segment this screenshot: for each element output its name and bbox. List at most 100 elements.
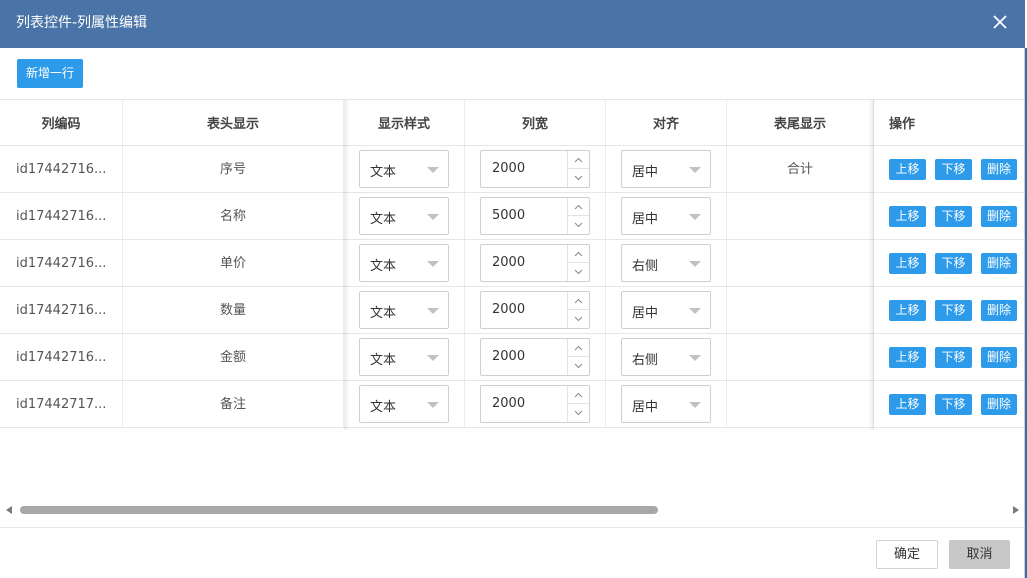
delete-button[interactable]: 删除 bbox=[981, 159, 1017, 180]
move-up-button[interactable]: 上移 bbox=[889, 300, 926, 321]
display-style-select[interactable]: 文本 bbox=[359, 197, 449, 235]
chevron-down-icon bbox=[689, 214, 701, 220]
alignment-value: 居中 bbox=[632, 400, 659, 415]
alignment-value: 居中 bbox=[632, 306, 659, 321]
header-header-display: 表头显示 bbox=[123, 100, 344, 145]
column-width-value: 2000 bbox=[492, 161, 526, 176]
move-down-button[interactable]: 下移 bbox=[935, 394, 972, 415]
column-properties-dialog: 列表控件-列属性编辑 新增一行 列编码 表头显示 显示样式 列宽 对齐 表尾显示… bbox=[0, 0, 1025, 578]
alignment-select[interactable]: 右侧 bbox=[621, 244, 711, 282]
display-style-value: 文本 bbox=[370, 165, 397, 180]
table-row: id17442716... 数量 文本 2000 居中 上移 下移 删除 bbox=[0, 287, 1025, 334]
display-style-value: 文本 bbox=[370, 306, 397, 321]
table-row: id17442717... 备注 文本 2000 居中 上移 下移 删除 bbox=[0, 381, 1025, 428]
chevron-up-icon[interactable] bbox=[568, 151, 589, 169]
chevron-down-icon bbox=[689, 308, 701, 314]
header-operations: 操作 bbox=[889, 117, 916, 132]
header-display-value[interactable]: 名称 bbox=[123, 205, 343, 224]
delete-button[interactable]: 删除 bbox=[981, 347, 1017, 368]
alignment-select[interactable]: 居中 bbox=[621, 150, 711, 188]
column-width-stepper[interactable]: 2000 bbox=[480, 338, 590, 376]
alignment-select[interactable]: 居中 bbox=[621, 385, 711, 423]
move-up-button[interactable]: 上移 bbox=[889, 347, 926, 368]
alignment-value: 右侧 bbox=[632, 353, 659, 368]
column-width-stepper[interactable]: 2000 bbox=[480, 150, 590, 188]
column-width-stepper[interactable]: 2000 bbox=[480, 244, 590, 282]
chevron-down-icon bbox=[689, 261, 701, 267]
alignment-value: 右侧 bbox=[632, 259, 659, 274]
header-display-value[interactable]: 备注 bbox=[123, 393, 343, 412]
chevron-down-icon[interactable] bbox=[568, 404, 589, 422]
header-alignment: 对齐 bbox=[606, 100, 727, 145]
chevron-down-icon[interactable] bbox=[568, 169, 589, 187]
display-style-select[interactable]: 文本 bbox=[359, 338, 449, 376]
alignment-select[interactable]: 居中 bbox=[621, 197, 711, 235]
chevron-down-icon bbox=[689, 402, 701, 408]
chevron-up-icon[interactable] bbox=[568, 198, 589, 216]
move-down-button[interactable]: 下移 bbox=[935, 347, 972, 368]
delete-button[interactable]: 删除 bbox=[981, 253, 1017, 274]
move-up-button[interactable]: 上移 bbox=[889, 253, 926, 274]
delete-button[interactable]: 删除 bbox=[981, 394, 1017, 415]
header-display-value[interactable]: 金额 bbox=[123, 346, 343, 365]
chevron-up-icon[interactable] bbox=[568, 339, 589, 357]
table-header: 列编码 表头显示 显示样式 列宽 对齐 表尾显示 操作 bbox=[0, 100, 1025, 146]
header-footer-display: 表尾显示 bbox=[727, 100, 874, 145]
chevron-down-icon[interactable] bbox=[568, 357, 589, 375]
delete-button[interactable]: 删除 bbox=[981, 206, 1017, 227]
alignment-value: 居中 bbox=[632, 212, 659, 227]
header-column-code: 列编码 bbox=[0, 100, 123, 145]
chevron-down-icon[interactable] bbox=[568, 216, 589, 234]
scrollbar-thumb[interactable] bbox=[20, 506, 658, 514]
dialog-titlebar: 列表控件-列属性编辑 bbox=[0, 0, 1025, 48]
column-code: id17442716... bbox=[16, 302, 107, 318]
close-icon[interactable] bbox=[991, 13, 1009, 31]
column-width-value: 2000 bbox=[492, 396, 526, 411]
display-style-select[interactable]: 文本 bbox=[359, 385, 449, 423]
alignment-select[interactable]: 右侧 bbox=[621, 338, 711, 376]
chevron-up-icon[interactable] bbox=[568, 386, 589, 404]
table-row: id17442716... 序号 文本 2000 居中 合计 上移 下移 删除 bbox=[0, 146, 1025, 193]
column-code: id17442716... bbox=[16, 349, 107, 365]
footer-display-value[interactable]: 合计 bbox=[727, 158, 873, 177]
display-style-select[interactable]: 文本 bbox=[359, 244, 449, 282]
move-down-button[interactable]: 下移 bbox=[935, 206, 972, 227]
column-width-stepper[interactable]: 2000 bbox=[480, 291, 590, 329]
ok-button[interactable]: 确定 bbox=[876, 540, 938, 569]
cancel-button[interactable]: 取消 bbox=[949, 540, 1010, 569]
add-row-button[interactable]: 新增一行 bbox=[17, 59, 83, 88]
display-style-value: 文本 bbox=[370, 212, 397, 227]
header-display-value[interactable]: 序号 bbox=[123, 158, 343, 177]
column-width-stepper[interactable]: 5000 bbox=[480, 197, 590, 235]
column-width-stepper[interactable]: 2000 bbox=[480, 385, 590, 423]
move-up-button[interactable]: 上移 bbox=[889, 394, 926, 415]
chevron-down-icon bbox=[427, 261, 439, 267]
display-style-select[interactable]: 文本 bbox=[359, 291, 449, 329]
header-display-value[interactable]: 数量 bbox=[123, 299, 343, 318]
chevron-down-icon bbox=[427, 214, 439, 220]
dialog-title: 列表控件-列属性编辑 bbox=[16, 15, 148, 31]
arrow-left-icon[interactable] bbox=[6, 506, 12, 514]
chevron-down-icon bbox=[689, 355, 701, 361]
move-up-button[interactable]: 上移 bbox=[889, 159, 926, 180]
header-display-value[interactable]: 单价 bbox=[123, 252, 343, 271]
chevron-down-icon bbox=[427, 402, 439, 408]
chevron-up-icon[interactable] bbox=[568, 245, 589, 263]
move-down-button[interactable]: 下移 bbox=[935, 159, 972, 180]
display-style-value: 文本 bbox=[370, 353, 397, 368]
display-style-select[interactable]: 文本 bbox=[359, 150, 449, 188]
horizontal-scrollbar[interactable] bbox=[0, 500, 1025, 520]
move-down-button[interactable]: 下移 bbox=[935, 300, 972, 321]
chevron-down-icon[interactable] bbox=[568, 310, 589, 328]
delete-button[interactable]: 删除 bbox=[981, 300, 1017, 321]
column-code: id17442716... bbox=[16, 208, 107, 224]
display-style-value: 文本 bbox=[370, 400, 397, 415]
move-down-button[interactable]: 下移 bbox=[935, 253, 972, 274]
arrow-right-icon[interactable] bbox=[1013, 506, 1019, 514]
chevron-down-icon bbox=[427, 355, 439, 361]
move-up-button[interactable]: 上移 bbox=[889, 206, 926, 227]
chevron-up-icon[interactable] bbox=[568, 292, 589, 310]
header-column-width: 列宽 bbox=[465, 100, 606, 145]
alignment-select[interactable]: 居中 bbox=[621, 291, 711, 329]
chevron-down-icon[interactable] bbox=[568, 263, 589, 281]
